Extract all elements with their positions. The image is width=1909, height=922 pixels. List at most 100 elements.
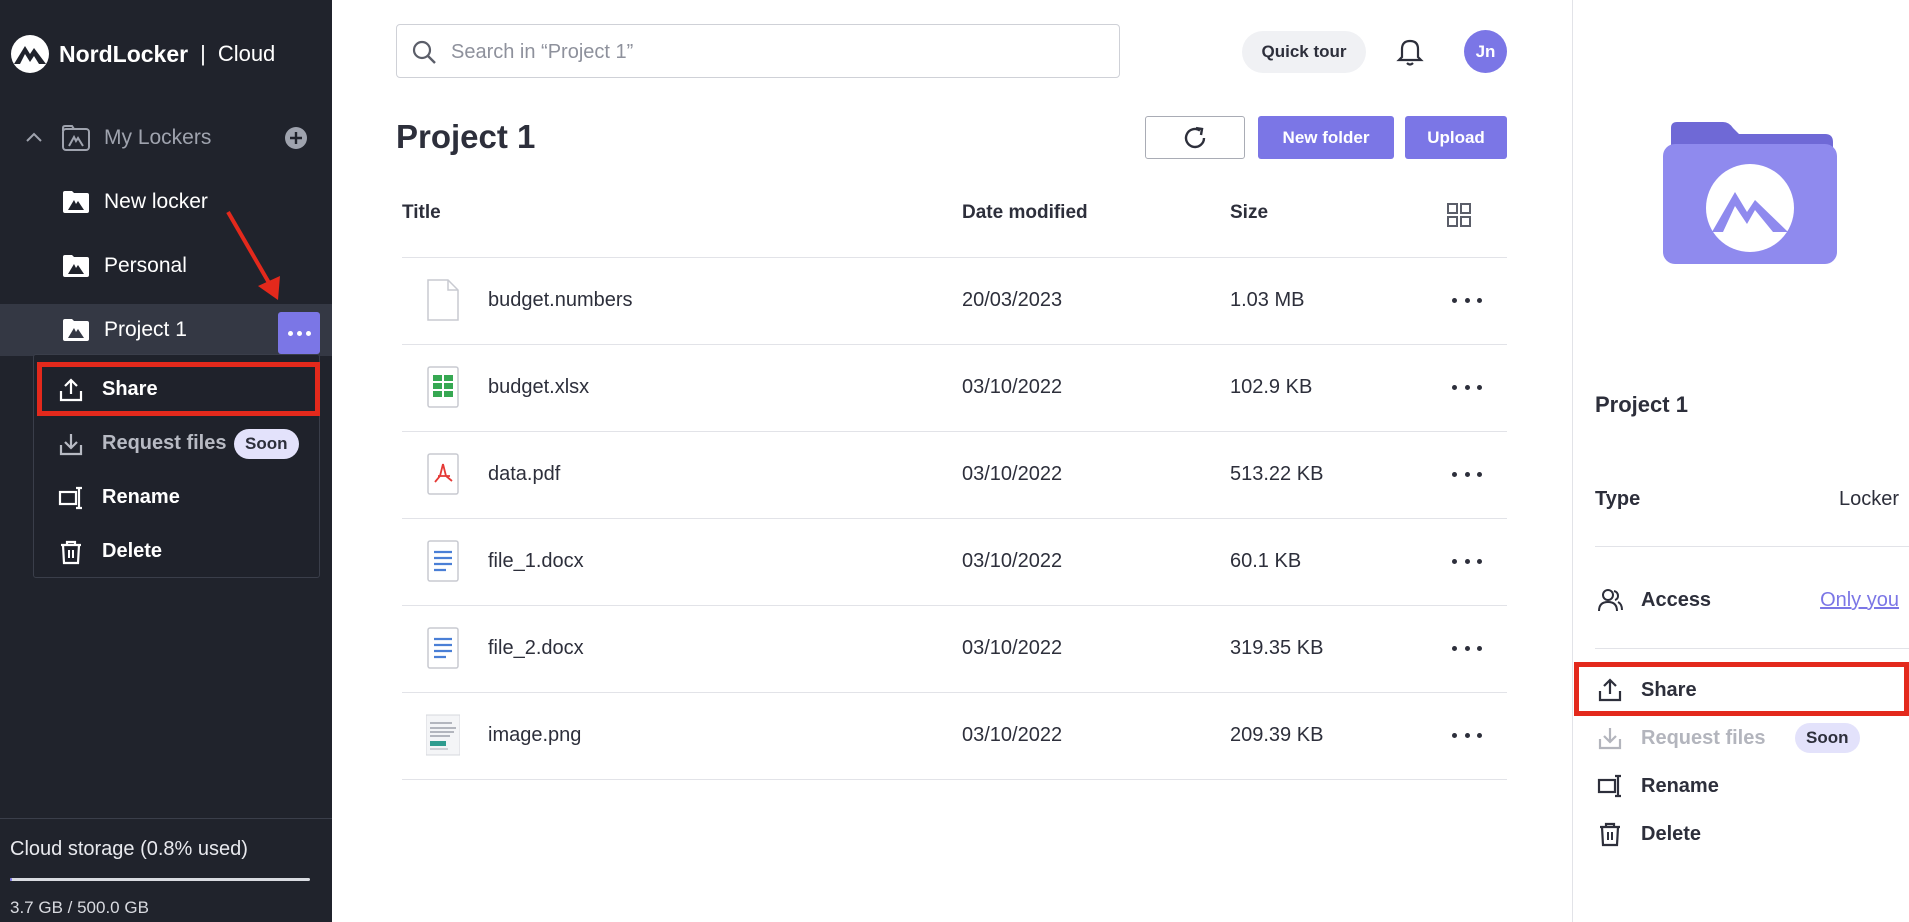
- soon-badge: Soon: [234, 429, 299, 459]
- divider: [1595, 648, 1909, 649]
- sidebar-item-label: Personal: [104, 254, 187, 277]
- document-file-icon: [427, 627, 459, 669]
- table-row[interactable]: budget.numbers 20/03/2023 1.03 MB: [402, 258, 1507, 345]
- trash-icon: [1600, 822, 1620, 847]
- dot: [1464, 297, 1470, 303]
- nordlocker-logo-icon: [11, 35, 49, 73]
- storage-progress-fill: [10, 878, 13, 881]
- file-name[interactable]: file_2.docx: [488, 637, 584, 660]
- storage-label: Cloud storage (0.8% used): [10, 838, 248, 860]
- table-row[interactable]: image.png 03/10/2022 209.39 KB: [402, 693, 1507, 780]
- locker-icon: [63, 319, 89, 341]
- file-name[interactable]: data.pdf: [488, 463, 560, 486]
- add-locker-icon[interactable]: [284, 126, 308, 150]
- brand[interactable]: NordLocker | Cloud: [10, 34, 275, 74]
- locker-folder-icon: [1663, 122, 1837, 264]
- file-size: 209.39 KB: [1230, 724, 1324, 746]
- rename-icon: [58, 486, 82, 510]
- grid-view-icon[interactable]: [1446, 202, 1472, 228]
- column-header-date[interactable]: Date modified: [962, 202, 1088, 224]
- column-header-title[interactable]: Title: [402, 202, 441, 224]
- menu-item-label: Delete: [102, 540, 163, 562]
- dot: [287, 330, 293, 336]
- divider: [0, 818, 332, 819]
- bell-icon[interactable]: [1396, 36, 1424, 66]
- my-lockers-header[interactable]: My Lockers: [0, 118, 332, 158]
- details-action-delete[interactable]: Delete: [1595, 812, 1909, 856]
- file-name[interactable]: file_1.docx: [488, 550, 584, 573]
- file-name[interactable]: image.png: [488, 724, 581, 747]
- chevron-up-icon[interactable]: [24, 128, 44, 148]
- menu-item-label: Rename: [102, 486, 180, 508]
- table-row[interactable]: file_1.docx 03/10/2022 60.1 KB: [402, 519, 1507, 606]
- details-action-rename[interactable]: Rename: [1595, 764, 1909, 808]
- avatar[interactable]: Jn: [1464, 30, 1507, 73]
- row-more-options-button[interactable]: [1452, 638, 1482, 658]
- dot: [1464, 645, 1470, 651]
- search-bar[interactable]: [396, 24, 1120, 78]
- my-lockers-label: My Lockers: [104, 126, 212, 149]
- more-options-button[interactable]: [278, 312, 320, 354]
- file-name[interactable]: budget.numbers: [488, 289, 633, 312]
- dot: [1477, 645, 1482, 651]
- download-icon: [59, 434, 83, 456]
- file-size: 513.22 KB: [1230, 463, 1324, 485]
- menu-item-delete[interactable]: Delete: [34, 527, 321, 575]
- locker-icon: [63, 255, 89, 277]
- table-row[interactable]: data.pdf 03/10/2022 513.22 KB: [402, 432, 1507, 519]
- access-link[interactable]: Only you: [1820, 589, 1899, 612]
- dot: [1452, 384, 1457, 390]
- page-title: Project 1: [396, 118, 536, 155]
- sidebar-item-project-1[interactable]: Project 1: [0, 304, 332, 356]
- file-size: 319.35 KB: [1230, 637, 1324, 659]
- dot: [1452, 645, 1457, 651]
- refresh-icon: [1184, 126, 1206, 148]
- soon-badge: Soon: [1795, 723, 1860, 753]
- storage-progress-bar: [10, 878, 310, 881]
- column-header-size[interactable]: Size: [1230, 202, 1268, 224]
- pdf-file-icon: [427, 453, 459, 495]
- refresh-button[interactable]: [1145, 116, 1245, 159]
- menu-item-request-files[interactable]: Request files Soon: [34, 419, 321, 467]
- details-type-value: Locker: [1838, 488, 1899, 510]
- action-label: Delete: [1641, 823, 1702, 845]
- row-more-options-button[interactable]: [1452, 290, 1482, 310]
- file-date: 03/10/2022: [962, 550, 1063, 572]
- dot: [1464, 471, 1470, 477]
- file-date: 03/10/2022: [962, 376, 1063, 398]
- trash-icon: [61, 540, 81, 565]
- file-date: 03/10/2022: [962, 463, 1063, 485]
- row-more-options-button[interactable]: [1452, 464, 1482, 484]
- new-folder-button[interactable]: New folder: [1258, 116, 1394, 159]
- download-icon: [1598, 728, 1622, 750]
- dot: [1464, 384, 1470, 390]
- menu-item-rename[interactable]: Rename: [34, 473, 321, 521]
- dot: [1452, 297, 1457, 303]
- dot: [1464, 732, 1470, 738]
- search-input[interactable]: [451, 37, 1091, 67]
- file-date: 03/10/2022: [962, 637, 1063, 659]
- dot: [305, 330, 311, 336]
- highlight-box-share: [37, 362, 320, 416]
- file-name[interactable]: budget.xlsx: [488, 376, 589, 399]
- quick-tour-button[interactable]: Quick tour: [1242, 31, 1366, 73]
- highlight-box-share: [1574, 662, 1909, 716]
- upload-button[interactable]: Upload: [1405, 116, 1507, 159]
- dot: [1477, 297, 1482, 303]
- row-more-options-button[interactable]: [1452, 551, 1482, 571]
- dot: [1477, 384, 1482, 390]
- action-label: Request files: [1641, 727, 1766, 749]
- details-action-request-files[interactable]: Request files Soon: [1595, 716, 1909, 760]
- table-row[interactable]: file_2.docx 03/10/2022 319.35 KB: [402, 606, 1507, 693]
- generic-file-icon: [427, 279, 459, 321]
- sidebar-item-label: New locker: [104, 190, 208, 213]
- spreadsheet-file-icon: [427, 366, 459, 408]
- row-more-options-button[interactable]: [1452, 377, 1482, 397]
- table-row[interactable]: budget.xlsx 03/10/2022 102.9 KB: [402, 345, 1507, 432]
- rename-icon: [1597, 774, 1621, 798]
- details-panel: Project 1 Type Locker Access Only you Sh…: [1572, 0, 1909, 922]
- dot: [1477, 732, 1482, 738]
- search-icon: [412, 40, 436, 64]
- divider: [1595, 546, 1909, 547]
- row-more-options-button[interactable]: [1452, 725, 1482, 745]
